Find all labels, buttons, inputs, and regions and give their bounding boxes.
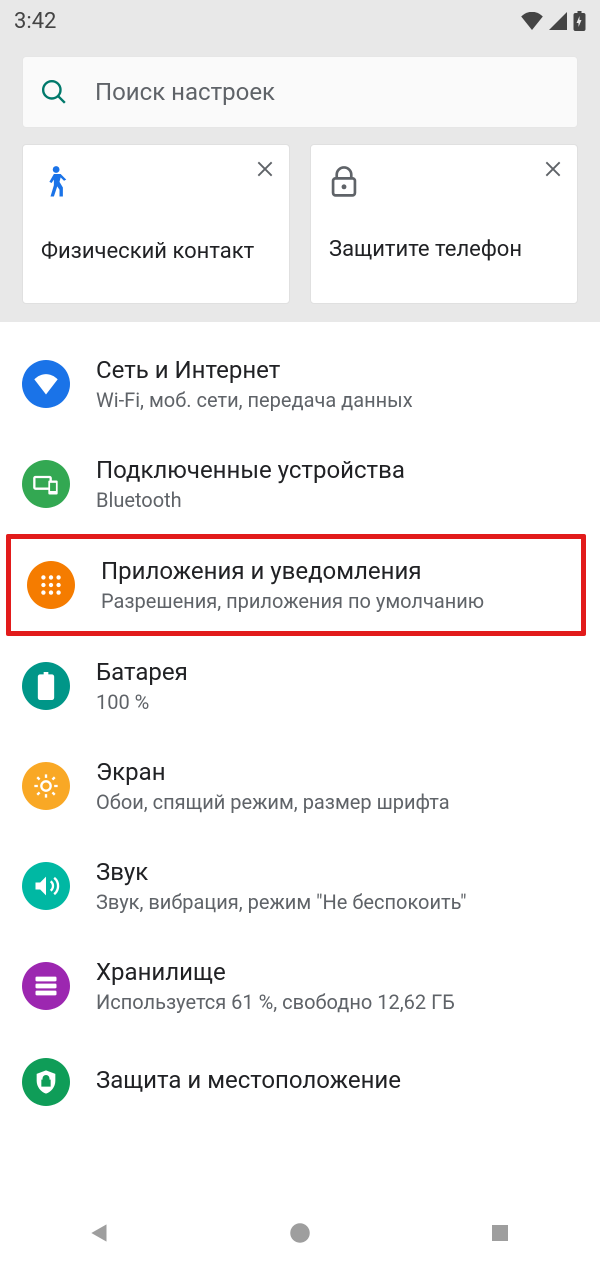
item-title: Приложения и уведомления — [101, 557, 565, 585]
status-time: 3:42 — [14, 9, 56, 34]
item-title: Звук — [96, 858, 578, 886]
suggestion-cards: Физический контакт Защитите телефон — [0, 144, 600, 322]
item-sub: Wi-Fi, моб. сети, передача данных — [96, 388, 578, 412]
item-title: Сеть и Интернет — [96, 356, 578, 384]
card-label: Защитите телефон — [329, 237, 559, 262]
battery-status-icon — [573, 11, 586, 31]
item-apps-notifications[interactable]: Приложения и уведомления Разрешения, при… — [11, 539, 581, 631]
devices-icon — [22, 460, 70, 508]
item-sub: Разрешения, приложения по умолчанию — [101, 589, 565, 613]
item-texts: Защита и местоположение — [96, 1066, 578, 1098]
search-icon — [41, 79, 67, 105]
status-icons — [521, 11, 586, 31]
status-bar: 3:42 — [0, 0, 600, 42]
item-sub: Обои, спящий режим, размер шрифта — [96, 790, 578, 814]
highlight-box: Приложения и уведомления Разрешения, при… — [6, 534, 586, 636]
card-label: Физический контакт — [41, 239, 271, 264]
item-texts: Звук Звук, вибрация, режим "Не беспокоит… — [96, 858, 578, 914]
item-texts: Хранилище Используется 61 %, свободно 12… — [96, 958, 578, 1014]
item-connected-devices[interactable]: Подключенные устройства Bluetooth — [0, 434, 600, 534]
item-texts: Подключенные устройства Bluetooth — [96, 456, 578, 512]
item-sub: Bluetooth — [96, 488, 578, 512]
item-title: Экран — [96, 758, 578, 786]
close-icon[interactable] — [255, 159, 275, 183]
search-input[interactable]: Поиск настроек — [22, 56, 578, 128]
search-section: Поиск настроек — [0, 42, 600, 144]
sound-icon — [22, 862, 70, 910]
cell-signal-icon — [549, 12, 567, 30]
item-title: Защита и местоположение — [96, 1066, 578, 1094]
recents-button[interactable] — [480, 1213, 520, 1253]
item-network[interactable]: Сеть и Интернет Wi-Fi, моб. сети, переда… — [0, 334, 600, 434]
item-sub: 100 % — [96, 690, 578, 714]
item-sub: Звук, вибрация, режим "Не беспокоить" — [96, 890, 578, 914]
item-sub: Используется 61 %, свободно 12,62 ГБ — [96, 990, 578, 1014]
item-title: Подключенные устройства — [96, 456, 578, 484]
display-icon — [22, 762, 70, 810]
wifi-status-icon — [521, 12, 543, 30]
wifi-icon — [22, 360, 70, 408]
item-title: Батарея — [96, 658, 578, 686]
item-texts: Приложения и уведомления Разрешения, при… — [101, 557, 565, 613]
back-button[interactable] — [80, 1213, 120, 1253]
person-walk-icon — [41, 165, 271, 205]
lock-icon — [329, 165, 559, 203]
item-texts: Сеть и Интернет Wi-Fi, моб. сети, переда… — [96, 356, 578, 412]
settings-list: Сеть и Интернет Wi-Fi, моб. сети, переда… — [0, 322, 600, 1196]
item-display[interactable]: Экран Обои, спящий режим, размер шрифта — [0, 736, 600, 836]
home-button[interactable] — [280, 1213, 320, 1253]
security-icon — [22, 1058, 70, 1106]
apps-icon — [27, 561, 75, 609]
close-icon[interactable] — [543, 159, 563, 183]
navigation-bar — [0, 1196, 600, 1268]
card-protect-phone[interactable]: Защитите телефон — [310, 144, 578, 304]
item-sound[interactable]: Звук Звук, вибрация, режим "Не беспокоит… — [0, 836, 600, 936]
item-security-location[interactable]: Защита и местоположение — [0, 1036, 600, 1106]
card-physical-contact[interactable]: Физический контакт — [22, 144, 290, 304]
battery-icon — [22, 662, 70, 710]
search-placeholder: Поиск настроек — [95, 78, 275, 106]
item-storage[interactable]: Хранилище Используется 61 %, свободно 12… — [0, 936, 600, 1036]
item-battery[interactable]: Батарея 100 % — [0, 636, 600, 736]
storage-icon — [22, 962, 70, 1010]
item-texts: Экран Обои, спящий режим, размер шрифта — [96, 758, 578, 814]
item-title: Хранилище — [96, 958, 578, 986]
item-texts: Батарея 100 % — [96, 658, 578, 714]
